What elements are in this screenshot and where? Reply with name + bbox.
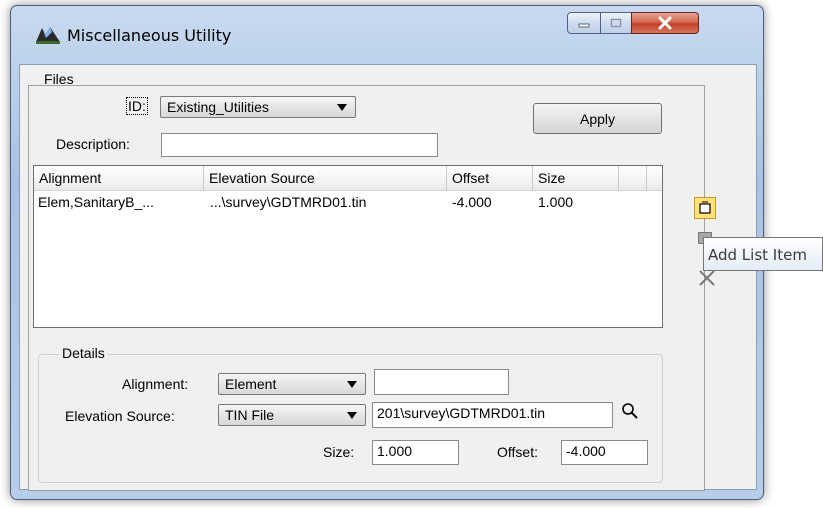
chevron-down-icon — [347, 412, 357, 419]
alignment-select-value: Element — [225, 376, 277, 392]
app-icon — [36, 27, 60, 44]
elevation-source-select[interactable]: TIN File — [218, 404, 366, 426]
add-list-item-button[interactable] — [694, 197, 716, 219]
column-header-elevation-source[interactable]: Elevation Source — [204, 166, 447, 190]
id-label: ID: — [126, 97, 148, 115]
column-header-filler — [619, 166, 647, 190]
description-input[interactable] — [161, 133, 438, 157]
id-select-value: Existing_Utilities — [167, 99, 269, 115]
column-header-label: Alignment — [39, 170, 102, 186]
tooltip: Add List Item — [703, 237, 823, 271]
column-header-alignment[interactable]: Alignment — [34, 166, 204, 190]
elevation-source-select-value: TIN File — [225, 407, 274, 423]
add-item-icon — [699, 201, 711, 214]
column-header-label: Elevation Source — [209, 170, 315, 186]
apply-button[interactable]: Apply — [533, 103, 662, 134]
description-label: Description: — [56, 136, 130, 152]
title-bar[interactable]: Miscellaneous Utility — [11, 6, 763, 46]
cell-size: 1.000 — [538, 194, 574, 210]
column-header-size[interactable]: Size — [533, 166, 619, 190]
size-input[interactable]: 1.000 — [372, 440, 459, 465]
details-group-label: Details — [60, 345, 107, 361]
column-header-offset[interactable]: Offset — [447, 166, 533, 190]
column-header-label: Size — [538, 170, 566, 186]
tooltip-text: Add List Item — [708, 246, 807, 264]
alignment-label: Alignment: — [122, 376, 189, 392]
cell-offset: -4.000 — [452, 194, 492, 210]
list-header: Alignment Elevation Source Offset Size — [34, 166, 662, 191]
window-title: Miscellaneous Utility — [67, 26, 232, 45]
offset-value: -4.000 — [566, 443, 606, 459]
id-select[interactable]: Existing_Utilities — [160, 96, 356, 118]
apply-button-label: Apply — [579, 111, 616, 127]
utility-list[interactable]: Alignment Elevation Source Offset Size E… — [33, 165, 663, 328]
maximize-icon — [610, 18, 622, 28]
chevron-down-icon — [337, 104, 347, 111]
maximize-button[interactable] — [600, 12, 632, 34]
minimize-button[interactable] — [567, 12, 601, 34]
table-row[interactable]: Elem,SanitaryB_... ...\survey\GDTMRD01.t… — [34, 191, 662, 213]
delete-icon[interactable] — [697, 268, 717, 288]
elevation-source-label: Elevation Source: — [65, 408, 175, 424]
alignment-text-input[interactable] — [374, 369, 509, 395]
chevron-down-icon — [347, 381, 357, 388]
offset-input[interactable]: -4.000 — [561, 440, 648, 465]
minimize-icon — [578, 23, 590, 28]
offset-label: Offset: — [497, 444, 538, 460]
size-label: Size: — [323, 444, 355, 460]
cell-elevation-source: ...\survey\GDTMRD01.tin — [210, 194, 367, 210]
alignment-select[interactable]: Element — [218, 373, 366, 395]
tin-file-path-value: 201\survey\GDTMRD01.tin — [377, 405, 546, 421]
size-value: 1.000 — [377, 443, 413, 459]
close-button[interactable] — [631, 12, 699, 34]
search-icon[interactable] — [620, 401, 640, 421]
tin-file-path-input[interactable]: 201\survey\GDTMRD01.tin — [372, 402, 613, 428]
close-icon — [658, 16, 672, 30]
column-header-label: Offset — [452, 170, 490, 186]
cell-alignment: Elem,SanitaryB_... — [38, 194, 154, 210]
